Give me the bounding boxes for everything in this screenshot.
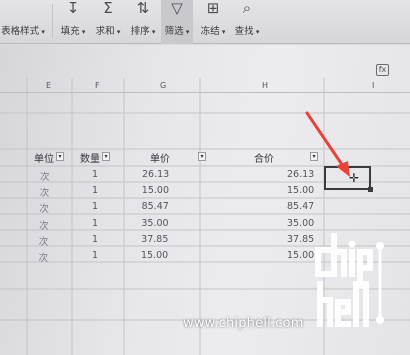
table-style-button[interactable]: 表格样式: [0, 0, 48, 44]
watermark-url: www.chiphell.com: [183, 316, 304, 331]
freeze-button[interactable]: ⊞ 冻结: [198, 0, 228, 44]
find-icon: ⌕: [242, 0, 252, 17]
find-button[interactable]: ⌕ 查找: [232, 0, 262, 44]
sum-label: 求和: [96, 23, 121, 37]
fill-button[interactable]: ↧ 填充: [58, 0, 88, 44]
table-style-label: 表格样式: [1, 23, 45, 37]
fill-icon: ↧: [66, 0, 80, 17]
fill-label: 填充: [61, 23, 86, 37]
freeze-label: 冻结: [201, 23, 226, 37]
sum-button[interactable]: Σ 求和: [93, 0, 123, 44]
sort-button[interactable]: ⇅ 排序: [128, 0, 158, 44]
ribbon-toolbar: 表格样式 ↧ 填充 Σ 求和 ⇅ 排序 ▽ 筛选 ⊞ 冻结 ⌕ 查找: [0, 0, 410, 44]
freeze-icon: ⊞: [206, 0, 220, 17]
find-label: 查找: [235, 23, 260, 37]
toolbar-divider: [52, 4, 53, 38]
sort-label: 排序: [131, 23, 156, 37]
filter-label: 筛选: [165, 23, 190, 37]
chiphell-logo: [315, 233, 384, 327]
sort-icon: ⇅: [136, 0, 150, 17]
filter-icon: ▽: [171, 0, 183, 17]
sum-icon: Σ: [103, 0, 113, 17]
filter-button[interactable]: ▽ 筛选: [161, 0, 193, 44]
